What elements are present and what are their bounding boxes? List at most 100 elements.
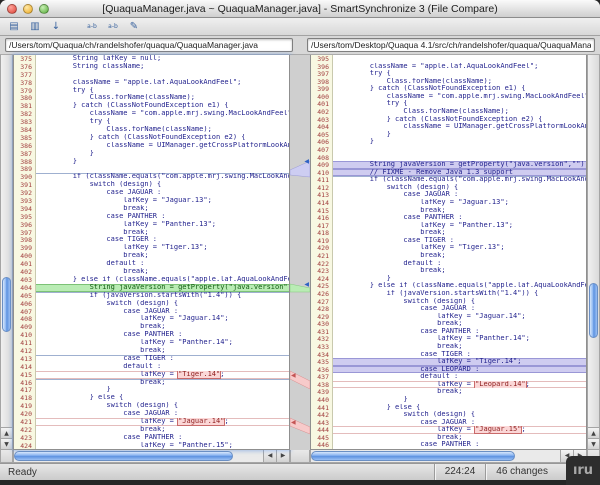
code-line[interactable]: 419 switch (design) { (14, 402, 289, 410)
code-line[interactable]: 439 break; (311, 388, 586, 396)
right-file-path-input[interactable] (307, 38, 595, 52)
code-line[interactable]: 408 lafKey = "Jaguar.14"; (14, 315, 289, 323)
code-line[interactable]: 417 lafKey = "Panther.13"; (311, 222, 586, 230)
code-line[interactable]: 412 switch (design) { (311, 184, 586, 192)
code-line[interactable]: 422 break; (14, 426, 289, 434)
code-line[interactable]: 383 try { (14, 118, 289, 126)
code-line[interactable]: 412 break; (14, 347, 289, 355)
code-line[interactable]: 402 break; (14, 268, 289, 276)
code-line[interactable]: 428 case JAGUAR : (311, 305, 586, 313)
code-line[interactable]: 427 switch (design) { (311, 298, 586, 306)
code-line[interactable]: 435 lafKey = "Tiger.14"; (311, 358, 586, 366)
code-line[interactable]: 424 } (311, 275, 586, 283)
code-line[interactable]: 410 // FIXME - Remove Java 1.3 support (311, 169, 586, 177)
minimize-button[interactable] (23, 4, 33, 14)
left-hscroll-thumb[interactable] (14, 451, 233, 461)
code-line[interactable]: 423 case PANTHER : (14, 434, 289, 442)
code-line[interactable]: 417 } (14, 386, 289, 394)
code-line[interactable]: 416 break; (14, 379, 289, 387)
save-icon[interactable]: ↓ (47, 19, 65, 34)
code-line[interactable]: 395 (311, 55, 586, 63)
code-line[interactable]: 396 lafKey = "Panther.13"; (14, 221, 289, 229)
scroll-up-button[interactable]: ▲ (1, 427, 12, 438)
open-right-file-icon[interactable]: ▥ (26, 19, 44, 34)
code-line[interactable]: 422 default : (311, 260, 586, 268)
previous-change-icon[interactable]: a-b (83, 19, 101, 34)
apply-change-left-button[interactable]: ◀ (304, 282, 309, 288)
code-line[interactable]: 423 break; (311, 267, 586, 275)
code-line[interactable]: 409 String javaVersion = getProperty("ja… (311, 161, 586, 169)
code-line[interactable]: 380 Class.forName(className); (14, 94, 289, 102)
code-line[interactable]: 406 } (311, 138, 586, 146)
code-line[interactable]: 409 break; (14, 323, 289, 331)
code-line[interactable]: 387 } (14, 150, 289, 158)
code-line[interactable]: 420 case JAGUAR : (14, 410, 289, 418)
code-line[interactable]: 404 String javaVersion = getProperty("ja… (14, 284, 289, 292)
code-line[interactable]: 404 className = UIManager.getCrossPlatfo… (311, 123, 586, 131)
close-button[interactable] (7, 4, 17, 14)
code-line[interactable]: 399 lafKey = "Tiger.13"; (14, 244, 289, 252)
scroll-down-button[interactable]: ▼ (588, 438, 599, 449)
code-line[interactable]: 403 } catch (ClassNotFoundException e2) … (311, 116, 586, 124)
left-horizontal-scrollbar[interactable]: ◀ ▶ (13, 450, 290, 463)
code-line[interactable]: 397 break; (14, 229, 289, 237)
code-line[interactable]: 429 lafKey = "Jaguar.14"; (311, 313, 586, 321)
code-line[interactable]: 420 lafKey = "Tiger.13"; (311, 244, 586, 252)
scroll-left-button[interactable]: ◀ (263, 450, 276, 462)
code-line[interactable]: 442 switch (design) { (311, 411, 586, 419)
code-line[interactable]: 378 className = "apple.laf.AquaLookAndFe… (14, 79, 289, 87)
code-line[interactable]: 444 lafKey = "Jaguar.15"; (311, 426, 586, 434)
code-line[interactable]: 414 default : (14, 363, 289, 371)
code-line[interactable]: 398 Class.forName(className); (311, 78, 586, 86)
code-line[interactable]: 438 lafKey = "Leopard.14"; (311, 381, 586, 389)
code-line[interactable]: 385 } catch (ClassNotFoundException e2) … (14, 134, 289, 142)
code-line[interactable]: 415 lafKey = "Tiger.14"; (14, 371, 289, 379)
code-line[interactable]: 405 if (javaVersion.startsWith("1.4")) { (14, 292, 289, 300)
code-line[interactable]: 399 } catch (ClassNotFoundException e1) … (311, 85, 586, 93)
left-vertical-scrollbar[interactable]: ▲ ▼ (0, 55, 13, 450)
apply-change-marker-icon[interactable]: ◀ (291, 420, 296, 426)
code-line[interactable]: 416 case PANTHER : (311, 214, 586, 222)
code-line[interactable]: 377 (14, 71, 289, 79)
code-line[interactable]: 431 case PANTHER : (311, 328, 586, 336)
code-line[interactable]: 390 if (className.equals("com.apple.mrj.… (14, 173, 289, 181)
code-line[interactable]: 413 case JAGUAR : (311, 191, 586, 199)
code-line[interactable]: 381 } catch (ClassNotFoundException e1) … (14, 102, 289, 110)
code-line[interactable]: 418 break; (311, 229, 586, 237)
code-line[interactable]: 384 Class.forName(className); (14, 126, 289, 134)
zoom-button[interactable] (39, 4, 49, 14)
open-left-file-icon[interactable]: ▤ (5, 19, 23, 34)
code-line[interactable]: 388 } (14, 158, 289, 166)
code-line[interactable]: 386 className = UIManager.getCrossPlatfo… (14, 142, 289, 150)
code-line[interactable]: 375 String lafKey = null; (14, 55, 289, 63)
code-line[interactable]: 393 lafKey = "Jaguar.13"; (14, 197, 289, 205)
code-line[interactable]: 395 case PANTHER : (14, 213, 289, 221)
right-horizontal-scrollbar[interactable]: ◀ ▶ (310, 450, 587, 463)
code-line[interactable]: 396 className = "apple.laf.AquaLookAndFe… (311, 63, 586, 71)
code-line[interactable]: 434 case TIGER : (311, 351, 586, 359)
code-line[interactable]: 407 case JAGUAR : (14, 308, 289, 316)
code-line[interactable]: 407 (311, 146, 586, 154)
right-hscroll-track[interactable] (311, 450, 560, 462)
code-line[interactable]: 400 break; (14, 252, 289, 260)
code-line[interactable]: 414 lafKey = "Jaguar.13"; (311, 199, 586, 207)
code-line[interactable]: 379 try { (14, 87, 289, 95)
code-line[interactable]: 392 case JAGUAR : (14, 189, 289, 197)
left-hscroll-track[interactable] (14, 450, 263, 462)
apply-change-marker-icon[interactable]: ◀ (291, 373, 296, 379)
code-line[interactable]: 440 } (311, 396, 586, 404)
code-line[interactable]: 418 } else { (14, 394, 289, 402)
code-line[interactable]: 389 (14, 165, 289, 173)
code-line[interactable]: 410 case PANTHER : (14, 331, 289, 339)
code-line[interactable]: 391 switch (design) { (14, 181, 289, 189)
code-line[interactable]: 426 if (javaVersion.startsWith("1.4")) { (311, 290, 586, 298)
code-line[interactable]: 401 try { (311, 100, 586, 108)
code-line[interactable]: 402 Class.forName(className); (311, 108, 586, 116)
code-line[interactable]: 401 default : (14, 260, 289, 268)
code-line[interactable]: 403 } else if (className.equals("apple.l… (14, 276, 289, 284)
code-line[interactable]: 432 lafKey = "Panther.14"; (311, 335, 586, 343)
code-line[interactable]: 419 case TIGER : (311, 237, 586, 245)
code-line[interactable]: 430 break; (311, 320, 586, 328)
code-line[interactable]: 405 } (311, 131, 586, 139)
scroll-down-button[interactable]: ▼ (1, 438, 12, 449)
